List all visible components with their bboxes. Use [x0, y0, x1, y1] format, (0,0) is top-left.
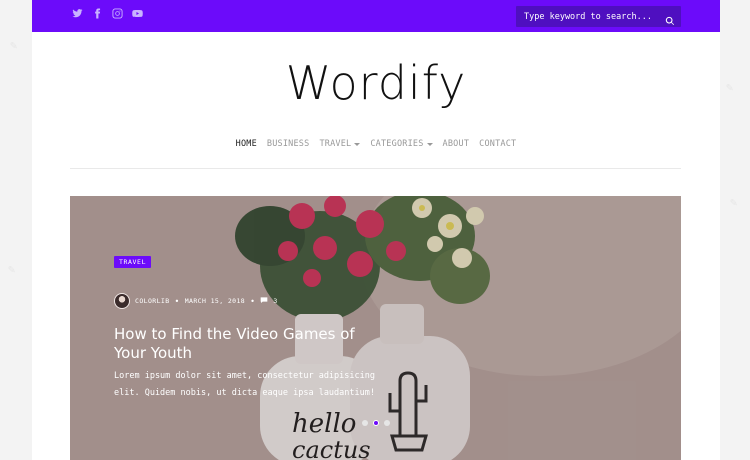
- comment-icon: [260, 296, 268, 306]
- hero-slider[interactable]: hello cactus TRAVEL COLORLIB • MARCH 15,…: [70, 196, 681, 460]
- nav-item-label: CATEGORIES: [370, 139, 424, 149]
- twitter-icon[interactable]: [72, 8, 83, 19]
- nav-divider: [70, 168, 681, 169]
- nav-item-label: TRAVEL: [319, 139, 352, 149]
- chevron-down-icon: [426, 142, 433, 146]
- nav-item-home[interactable]: HOME: [236, 139, 257, 149]
- background-pattern: ✎: [8, 262, 16, 276]
- instagram-icon[interactable]: [112, 8, 123, 19]
- social-links: [72, 8, 143, 19]
- meta-separator: •: [174, 296, 180, 306]
- slider-dot[interactable]: [362, 420, 368, 426]
- site-logo[interactable]: Wordify: [32, 56, 720, 110]
- search-box: [516, 6, 681, 27]
- meta-separator: •: [250, 296, 256, 306]
- background-pattern: ✎: [730, 195, 738, 209]
- search-icon[interactable]: [665, 11, 675, 26]
- nav-item-label: CONTACT: [479, 139, 517, 149]
- post-date: MARCH 15, 2018: [184, 297, 246, 305]
- page-container: Wordify HOME BUSINESS TRAVEL CATEGORIES …: [32, 0, 720, 460]
- author-avatar: [114, 293, 130, 309]
- top-bar: [32, 0, 720, 32]
- search-input[interactable]: [516, 11, 656, 22]
- comment-count: 3: [273, 297, 278, 305]
- category-badge[interactable]: TRAVEL: [114, 256, 152, 268]
- nav-item-business[interactable]: BUSINESS: [267, 139, 310, 149]
- main-nav: HOME BUSINESS TRAVEL CATEGORIES ABOUT CO…: [32, 139, 720, 149]
- nav-item-label: ABOUT: [442, 139, 470, 149]
- background-pattern: ✎: [726, 80, 734, 94]
- post-meta: COLORLIB • MARCH 15, 2018 • 3: [114, 293, 278, 309]
- nav-item-contact[interactable]: CONTACT: [479, 139, 516, 149]
- slider-dots: [362, 420, 390, 426]
- author-name[interactable]: COLORLIB: [135, 297, 170, 305]
- youtube-icon[interactable]: [132, 8, 143, 19]
- nav-item-categories[interactable]: CATEGORIES: [370, 139, 433, 149]
- post-excerpt: Lorem ipsum dolor sit amet, consectetur …: [114, 371, 375, 398]
- post-title[interactable]: How to Find the Video Games of Your Yout…: [114, 325, 364, 363]
- facebook-icon[interactable]: [92, 8, 103, 19]
- chevron-down-icon: [354, 142, 361, 146]
- nav-item-label: HOME: [235, 139, 257, 149]
- nav-item-label: BUSINESS: [266, 139, 310, 149]
- nav-item-travel[interactable]: TRAVEL: [319, 139, 361, 149]
- slider-dot[interactable]: [384, 420, 390, 426]
- nav-item-about[interactable]: ABOUT: [443, 139, 470, 149]
- slider-dot-active[interactable]: [373, 420, 379, 426]
- background-pattern: ✎: [10, 38, 18, 52]
